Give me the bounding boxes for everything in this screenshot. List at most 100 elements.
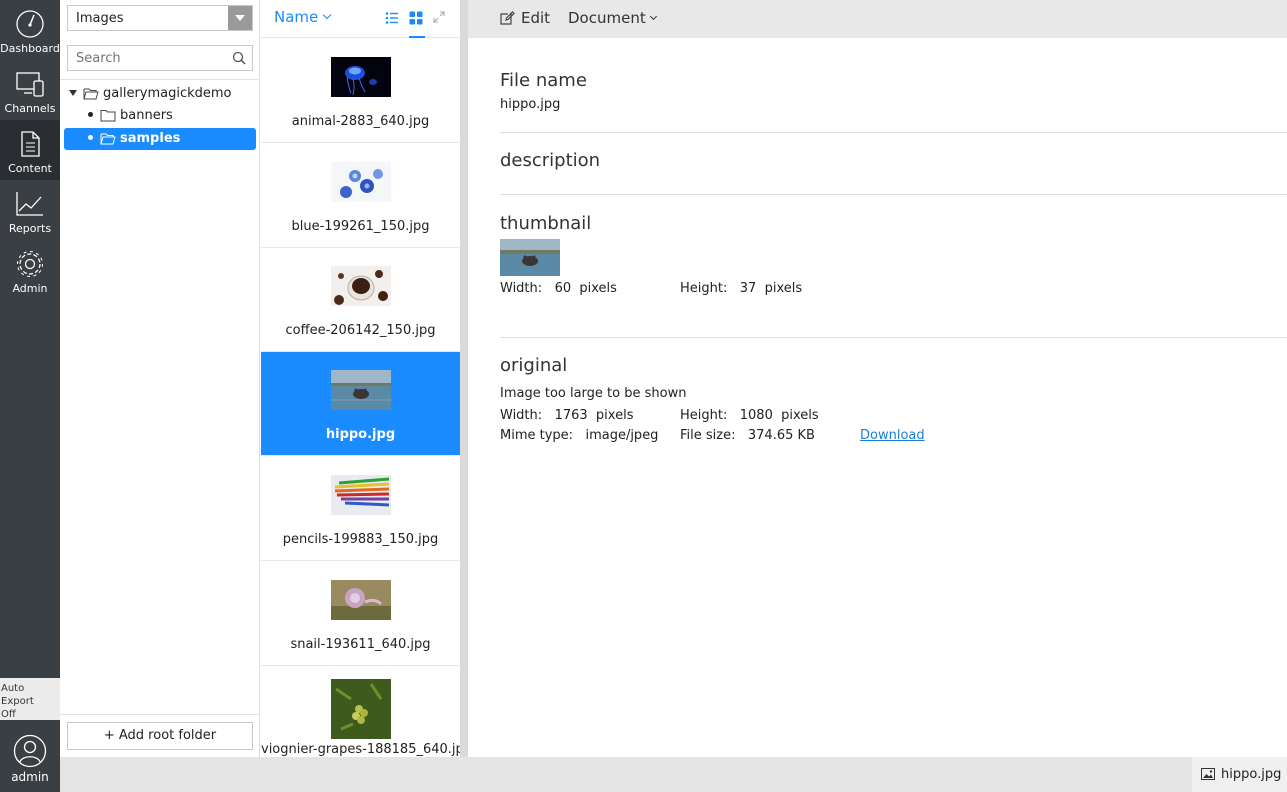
list-item[interactable]: hippo.jpg [261,352,460,456]
thumb-height: Height: 37 pixels [680,281,802,296]
nav-dashboard-label: Dashboard [0,42,60,55]
nav-content[interactable]: Content [0,120,60,180]
edit-button[interactable]: Edit [500,9,550,27]
gauge-icon [16,10,44,38]
list-item[interactable]: animal-2883_640.jpg [261,39,460,143]
divider [500,337,1287,338]
image-list: Name animal-2883_640.jpg blue-199261_150… [261,0,460,757]
auto-export-line: Auto [1,683,25,694]
thumb-width: Width: 60 pixels [500,281,617,296]
document-label: Document [568,9,646,27]
detail-toolbar: Edit Document [468,0,1287,38]
size-value: 374.65 KB [747,428,815,443]
list-item-name: coffee-206142_150.jpg [285,323,436,338]
list-item-name: snail-193611_640.jpg [290,637,431,652]
list-item[interactable]: coffee-206142_150.jpg [261,248,460,352]
mime-label: Mime type: [500,428,574,443]
original-width-label: Width: [500,408,543,423]
list-item-name: animal-2883_640.jpg [291,114,430,129]
nav-dashboard[interactable]: Dashboard [0,0,60,60]
edit-icon [500,11,515,25]
list-item-name: viognier-grapes-188185_640.jpg [261,742,460,757]
bullet-icon [88,135,93,140]
nav-reports-label: Reports [8,222,52,235]
original-height: Height: 1080 pixels [680,408,819,423]
folder-open-icon [100,133,116,145]
thumb-height-unit: pixels [764,281,803,296]
content-type-select[interactable]: Images [67,5,253,31]
tree-item-label: samples [120,131,181,146]
edit-label: Edit [521,9,551,27]
panel-splitter[interactable] [460,0,468,757]
list-header: Name [261,0,460,38]
thumbnail-animal [331,57,391,97]
original-width-value: 1763 [554,408,588,423]
list-item[interactable]: snail-193611_640.jpg [261,562,460,666]
description-title: description [500,150,601,171]
tree-item-samples[interactable]: samples [64,128,256,150]
sort-label: Name [274,8,319,26]
sort-by-name-button[interactable]: Name [274,8,332,26]
tree-item-label: gallerymagickdemo [103,86,232,101]
nav-content-label: Content [8,162,52,175]
nav-reports[interactable]: Reports [0,180,60,240]
search-box [67,45,253,71]
list-item[interactable]: viognier-grapes-188185_640.jpg [261,667,460,757]
nav-admin[interactable]: Admin [0,240,60,300]
gear-icon [17,251,43,277]
original-size: File size: 374.65 KB [680,428,815,443]
original-height-unit: pixels [781,408,819,423]
divider [60,714,260,715]
thumbnail-coffee [331,266,391,306]
download-link-wrap: Download [860,428,925,443]
main-nav: Dashboard Channels Content Reports Admin… [0,0,60,792]
auto-export-line: Export [1,696,34,707]
folder-panel: Images gallerymagickdemo banners samples… [60,0,260,757]
divider [500,194,1287,195]
original-mime: Mime type: image/jpeg [500,428,658,443]
size-label: File size: [680,428,736,443]
open-document-tab[interactable]: hippo.jpg [1192,757,1287,792]
nav-channels[interactable]: Channels [0,60,60,120]
content-type-value: Images [76,11,124,26]
nav-channels-label: Channels [4,102,56,115]
thumb-height-value: 37 [739,281,757,296]
user-avatar-icon [13,734,47,768]
thumb-width-unit: pixels [579,281,617,296]
thumbnail-preview-image [500,239,560,276]
search-icon[interactable] [232,51,246,65]
divider [60,79,260,80]
document-menu[interactable]: Document [568,9,657,27]
thumb-width-label: Width: [500,281,543,296]
list-item[interactable]: pencils-199883_150.jpg [261,457,460,561]
auto-export-toggle[interactable]: Auto Export Off [0,678,60,720]
list-item-name: blue-199261_150.jpg [291,219,430,234]
list-item-name: pencils-199883_150.jpg [282,532,439,547]
devices-icon [16,72,44,97]
document-detail: File name hippo.jpg description thumbnai… [468,38,1287,757]
tree-item-gallerymagickdemo[interactable]: gallerymagickdemo [69,83,255,105]
caret-down-icon[interactable] [69,90,77,96]
expand-icon[interactable] [433,11,445,23]
list-item-name: hippo.jpg [325,427,396,442]
grid-view-button[interactable] [409,11,425,38]
original-title: original [500,355,568,376]
document-icon [21,131,40,157]
original-height-value: 1080 [739,408,773,423]
tree-item-label: banners [120,108,173,123]
open-document-label: hippo.jpg [1221,767,1282,782]
add-root-folder-button[interactable]: + Add root folder [67,722,253,750]
list-item[interactable]: blue-199261_150.jpg [261,144,460,248]
tree-item-banners[interactable]: banners [88,105,254,127]
status-bar: hippo.jpg [60,757,1287,792]
file-name-value: hippo.jpg [500,97,561,112]
thumbnail-pencils [331,475,391,515]
divider [500,132,1287,133]
chevron-down-icon [649,12,657,21]
search-input[interactable] [68,46,218,70]
download-link[interactable]: Download [860,428,925,443]
user-menu[interactable]: admin [0,730,60,792]
chevron-down-icon[interactable] [228,6,252,30]
file-name-title: File name [500,70,587,91]
list-view-icon[interactable] [385,11,399,25]
